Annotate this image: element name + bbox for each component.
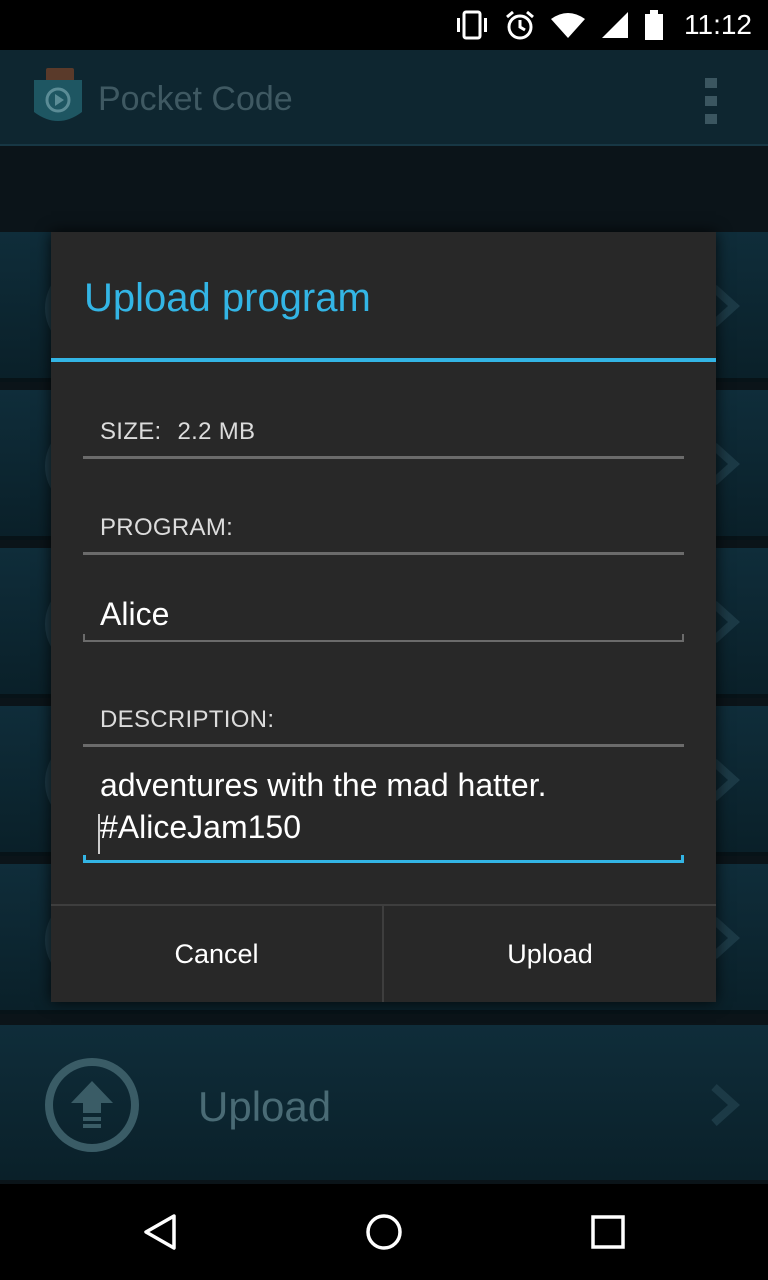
size-label: SIZE: [100, 418, 162, 445]
wifi-icon [551, 13, 585, 38]
program-name-input[interactable] [83, 582, 684, 646]
recents-icon[interactable] [590, 1212, 626, 1252]
upload-menu-label: Upload [198, 1083, 332, 1130]
description-label: DESCRIPTION: [100, 706, 275, 733]
pocket-code-logo [34, 68, 82, 121]
upload-button[interactable]: Upload [384, 906, 716, 1002]
navigation-bar [0, 1184, 768, 1280]
vibrate-icon [457, 10, 487, 40]
home-icon[interactable] [364, 1212, 404, 1252]
battery-icon [645, 10, 663, 40]
title-divider [51, 358, 716, 362]
chevron-right-icon [711, 1084, 740, 1126]
action-bar: Pocket Code [0, 50, 768, 146]
description-text: adventures with the mad hatter. #AliceJa… [100, 767, 547, 845]
size-value: 2.2 MB [177, 418, 256, 445]
divider [83, 744, 684, 747]
program-name-underline [83, 634, 684, 642]
dialog-title: Upload program [84, 276, 371, 320]
size-row: SIZE: 2.2 MB [100, 418, 255, 446]
status-time: 11:12 [684, 9, 752, 40]
divider [83, 552, 684, 555]
description-underline [83, 855, 684, 863]
upload-arrow-icon [71, 1081, 113, 1128]
menu-item-upload[interactable]: Upload [0, 1025, 768, 1180]
text-cursor [98, 814, 100, 854]
back-icon[interactable] [140, 1212, 180, 1252]
description-input[interactable]: adventures with the mad hatter. #AliceJa… [83, 754, 684, 860]
overflow-menu-icon[interactable] [705, 78, 717, 124]
program-label: PROGRAM: [100, 514, 234, 541]
alarm-icon [506, 10, 534, 40]
app-title: Pocket Code [98, 80, 293, 118]
signal-icon [602, 12, 628, 38]
status-bar: 11:12 [0, 0, 768, 50]
upload-program-dialog: Upload program SIZE: 2.2 MB PROGRAM: DESC… [51, 232, 716, 1002]
cancel-button[interactable]: Cancel [51, 906, 382, 1002]
divider [83, 456, 684, 459]
